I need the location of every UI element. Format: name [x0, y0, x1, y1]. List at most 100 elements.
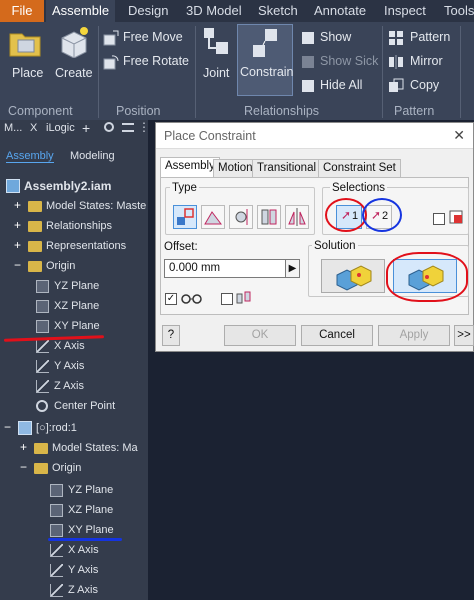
- tab-sketch[interactable]: Sketch: [252, 0, 304, 22]
- glasses-icon: [181, 294, 202, 304]
- selections-label: Selections: [330, 182, 388, 194]
- collapse-icon[interactable]: −: [20, 461, 30, 473]
- tree-item[interactable]: − Origin: [0, 458, 148, 478]
- show-icon: [302, 32, 314, 44]
- tree-item[interactable]: Assembly2.iam: [0, 176, 148, 196]
- tree-item-label: Model States: Maste: [46, 200, 147, 212]
- work-plane-icon: [50, 524, 63, 537]
- predict-offset-checkbox[interactable]: [221, 293, 233, 305]
- pattern-button[interactable]: Pattern: [386, 28, 456, 48]
- more-button[interactable]: >>: [454, 325, 474, 346]
- blue-underline-annotation: [48, 538, 122, 541]
- work-point-icon: [36, 400, 48, 412]
- pick-part-first-icon: [449, 210, 463, 224]
- tree-item-label: Model States: Ma: [52, 442, 138, 454]
- tree-item[interactable]: XZ Plane: [0, 500, 148, 520]
- group-label-position: Position: [116, 104, 161, 118]
- tree-item[interactable]: + Relationships: [0, 216, 148, 236]
- show-preview-checkbox[interactable]: ✓: [165, 293, 177, 305]
- tab-tools[interactable]: Tools: [438, 0, 474, 22]
- close-icon[interactable]: ✕: [453, 127, 465, 144]
- help-button[interactable]: ?: [162, 325, 180, 346]
- free-rotate-button[interactable]: Free Rotate: [101, 52, 193, 72]
- create-label: Create: [55, 66, 93, 80]
- tangent-type-button[interactable]: [229, 205, 253, 229]
- copy-icon: [389, 78, 404, 92]
- work-axis-icon: [50, 544, 63, 557]
- tree-item[interactable]: Z Axis: [0, 376, 148, 396]
- mate-solution-button[interactable]: [321, 259, 385, 293]
- tab-file[interactable]: File: [0, 0, 44, 22]
- mirror-button[interactable]: Mirror: [386, 52, 456, 72]
- place-button[interactable]: Place: [4, 24, 48, 84]
- solution-label: Solution: [312, 240, 358, 252]
- tree-item[interactable]: XY Plane: [0, 316, 148, 336]
- cancel-button[interactable]: Cancel: [301, 325, 373, 346]
- tree-item-label: XZ Plane: [54, 300, 100, 312]
- angle-type-button[interactable]: [201, 205, 225, 229]
- place-constraint-dialog: Place Constraint ✕ Assembly Motion Trans…: [155, 122, 474, 352]
- tree-item[interactable]: + Model States: Maste: [0, 196, 148, 216]
- assembly-icon: [6, 179, 20, 193]
- create-button[interactable]: Create: [52, 24, 96, 84]
- expand-icon[interactable]: +: [14, 219, 24, 231]
- tab-design[interactable]: Design: [122, 0, 174, 22]
- tab-motion[interactable]: Motion: [213, 159, 258, 177]
- tree-item-label: Origin: [46, 260, 76, 272]
- pick-part-first-checkbox[interactable]: [433, 213, 445, 225]
- tree-item[interactable]: Z Axis: [0, 580, 148, 600]
- tree-item[interactable]: YZ Plane: [0, 276, 148, 296]
- tab-annotate[interactable]: Annotate: [308, 0, 372, 22]
- tree-item[interactable]: + Model States: Ma: [0, 438, 148, 458]
- tree-item[interactable]: Y Axis: [0, 560, 148, 580]
- tab-assemble[interactable]: Assemble: [46, 0, 116, 22]
- separator: [460, 26, 461, 118]
- tab-3d-model[interactable]: 3D Model: [180, 0, 248, 22]
- collapse-icon[interactable]: −: [4, 421, 14, 433]
- joint-button[interactable]: Joint: [198, 24, 236, 84]
- tree-item[interactable]: + Representations: [0, 236, 148, 256]
- expand-icon[interactable]: +: [14, 239, 24, 251]
- work-axis-icon: [50, 564, 63, 577]
- tree-item-label: Z Axis: [68, 584, 98, 596]
- tab-constraint-set[interactable]: Constraint Set: [318, 159, 401, 177]
- expand-icon[interactable]: +: [20, 441, 30, 453]
- constrain-button[interactable]: Constrain: [237, 24, 294, 96]
- tab-inspect[interactable]: Inspect: [378, 0, 432, 22]
- tree-item[interactable]: XZ Plane: [0, 296, 148, 316]
- folder-icon: [28, 241, 42, 252]
- free-move-button[interactable]: Free Move: [101, 28, 191, 48]
- hide-all-button[interactable]: Hide All: [298, 76, 368, 96]
- insert-type-button[interactable]: [257, 205, 281, 229]
- ribbon-tab-bar: File Assemble Design 3D Model Sketch Ann…: [0, 0, 474, 22]
- expand-icon[interactable]: +: [14, 199, 24, 211]
- tree-item[interactable]: YZ Plane: [0, 480, 148, 500]
- free-move-label: Free Move: [123, 30, 183, 44]
- tree-item[interactable]: − [○]:rod:1: [0, 418, 148, 438]
- part-icon: [18, 421, 32, 435]
- free-rotate-label: Free Rotate: [123, 54, 190, 68]
- tree-item[interactable]: XY Plane: [0, 520, 148, 540]
- show-button[interactable]: Show: [298, 28, 358, 48]
- group-label-component: Component: [8, 104, 73, 118]
- tree-item[interactable]: X Axis: [0, 540, 148, 560]
- tree-item-label: XY Plane: [54, 320, 100, 332]
- tree-item-label: YZ Plane: [54, 280, 100, 292]
- apply-button[interactable]: Apply: [378, 325, 450, 346]
- tree-item[interactable]: Center Point: [0, 396, 148, 416]
- offset-arrow-button[interactable]: ▶: [285, 260, 299, 277]
- copy-button[interactable]: Copy: [386, 76, 456, 96]
- symmetry-type-button[interactable]: [285, 205, 309, 229]
- tree-item[interactable]: − Origin: [0, 256, 148, 276]
- tab-transitional[interactable]: Transitional: [252, 159, 322, 177]
- tab-assembly[interactable]: Assembly: [160, 157, 220, 177]
- ribbon-panel: Place Create Free Move Free Rotate Joint: [0, 22, 474, 120]
- offset-input[interactable]: 0.000 mm ▶: [164, 259, 300, 278]
- ok-button[interactable]: OK: [224, 325, 296, 346]
- mate-solution-icon: [336, 265, 372, 291]
- dialog-titlebar: Place Constraint ✕: [156, 123, 473, 149]
- collapse-icon[interactable]: −: [14, 259, 24, 271]
- separator: [195, 26, 196, 118]
- mate-type-button[interactable]: [173, 205, 197, 229]
- tree-item[interactable]: Y Axis: [0, 356, 148, 376]
